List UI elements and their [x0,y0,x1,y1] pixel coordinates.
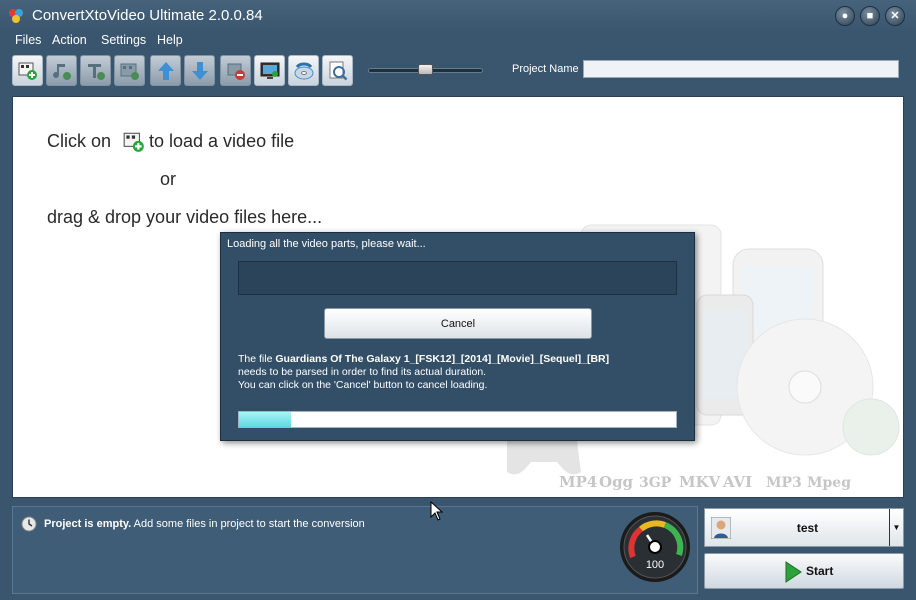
add-chapter-icon [120,63,139,80]
hint-or: or [160,169,177,189]
loading-dialog: Loading all the video parts, please wait… [220,232,695,441]
chevron-down-icon[interactable]: ▼ [889,509,903,546]
profile-name: test [796,521,819,535]
hint-drag-drop: drag & drop your video files here... [47,207,323,227]
start-label: Start [806,564,834,578]
zoom-slider-handle[interactable] [418,64,433,75]
menu-bar: Files Action Settings Help [0,32,916,52]
add-subtitle-button[interactable] [80,55,111,86]
message-prefix: The file [238,353,273,365]
dialog-info-box [238,261,677,295]
menu-files[interactable]: Files [15,33,41,47]
hint-load-video: to load a video file [149,131,295,151]
maximize-button[interactable]: ■ [860,6,880,26]
format-label-mp3: MP3 [766,475,802,491]
status-bold: Project is empty. [44,518,132,530]
remove-button[interactable] [220,55,251,86]
add-video-icon [18,62,37,80]
speed-gauge: 100 [619,511,691,583]
status-panel: Project is empty. Add some files in proj… [12,506,698,594]
hint-click-on: Click on [47,131,112,151]
menu-help[interactable]: Help [157,33,183,47]
format-label-mp4: MP4 [559,473,598,491]
file-name: Guardians Of The Galaxy 1_[FSK12]_[2014]… [275,353,610,365]
close-button[interactable]: ✕ [885,6,905,26]
move-up-button[interactable] [150,55,181,86]
dialog-title: Loading all the video parts, please wait… [227,238,426,250]
add-subtitle-icon [87,63,105,80]
dialog-message: The file Guardians Of The Galaxy 1_[FSK1… [238,353,683,392]
add-video-icon [123,132,144,152]
play-icon [785,561,802,583]
window-title: ConvertXtoVideo Ultimate 2.0.0.84 [32,7,263,24]
preview-screen-icon [260,62,279,79]
format-label-mkv: MKV [679,473,721,491]
format-label-avi: AVI [723,473,753,491]
burn-disc-button[interactable] [288,55,319,86]
menu-action[interactable]: Action [52,33,87,47]
app-logo-icon [9,9,23,23]
minimize-button[interactable]: ● [835,6,855,26]
profile-selector[interactable]: test ▼ [704,508,904,547]
add-audio-button[interactable] [46,55,77,86]
format-label-3gp: 3GP [639,475,672,491]
burn-disc-icon [294,62,313,79]
zoom-button[interactable] [322,55,353,86]
message-line-3: You can click on the 'Cancel' button to … [238,379,488,391]
gauge-dial-icon: 100 [620,512,690,582]
project-name-input[interactable] [583,60,899,78]
mouse-cursor-icon [430,501,444,521]
move-up-icon [157,61,174,80]
preview-screen-button[interactable] [254,55,285,86]
loading-progress-bar [238,411,677,428]
add-chapter-button[interactable] [114,55,145,86]
progress-fill [239,412,292,427]
move-down-icon [191,61,208,80]
zoom-icon [329,61,347,80]
project-name-label: Project Name [512,63,579,75]
remove-icon [227,63,245,80]
add-audio-icon [52,63,71,80]
status-rest: Add some files in project to start the c… [131,518,365,530]
title-bar: ConvertXtoVideo Ultimate 2.0.0.84 ● ■ ✕ [0,0,916,32]
clock-icon [21,516,37,532]
format-label-ogg: Ogg [599,473,634,491]
add-video-button[interactable] [12,55,43,86]
format-icons-strip: MP4 Ogg 3GP MKV AVI MP3 Mpeg [551,433,881,495]
move-down-button[interactable] [184,55,215,86]
message-line-2: needs to be parsed in order to find its … [238,366,487,378]
status-message: Project is empty. Add some files in proj… [44,518,365,530]
cancel-button[interactable]: Cancel [324,308,592,339]
menu-settings[interactable]: Settings [101,33,146,47]
format-label-mpeg: Mpeg [807,475,851,491]
start-button[interactable]: Start [704,553,904,589]
gauge-value: 100 [646,559,664,571]
